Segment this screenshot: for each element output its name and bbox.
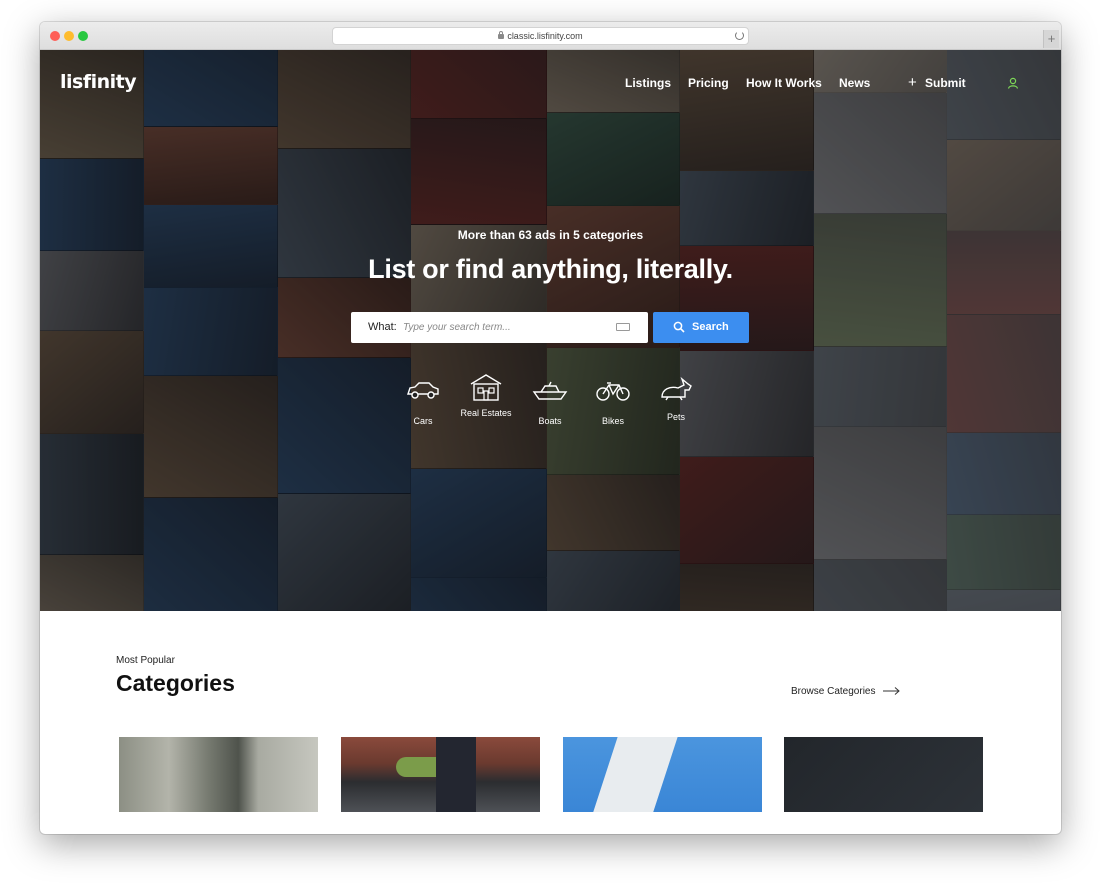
new-tab-icon[interactable]: + xyxy=(1043,30,1059,48)
categories-title: Categories xyxy=(116,670,235,696)
category-cars[interactable]: Cars xyxy=(388,380,458,426)
plus-icon: + xyxy=(908,74,917,91)
car-icon xyxy=(407,382,439,399)
search-input[interactable] xyxy=(403,317,608,337)
lock-icon xyxy=(498,31,505,39)
reload-icon[interactable] xyxy=(735,31,744,40)
category-card[interactable] xyxy=(784,737,983,812)
popular-eyebrow: Most Popular xyxy=(116,655,175,666)
category-shortcuts: Cars Real Estates Boats Bikes Pets xyxy=(40,374,1061,445)
logo-text: lisfinity xyxy=(60,71,137,93)
nav-how-it-works[interactable]: How It Works xyxy=(746,76,822,90)
browser-window: classic.lisfinity.com + lisfinity Listin… xyxy=(40,22,1061,834)
rabbit-icon xyxy=(661,377,692,401)
search-button[interactable]: Search xyxy=(653,312,749,343)
address-bar[interactable]: classic.lisfinity.com xyxy=(332,27,749,45)
category-bikes[interactable]: Bikes xyxy=(578,380,648,426)
category-label: Boats xyxy=(538,416,562,426)
category-label: Real Estates xyxy=(460,408,512,418)
arrow-right-icon[interactable] xyxy=(883,686,901,696)
search-label: What: xyxy=(368,321,397,333)
wing-decoration xyxy=(588,737,678,812)
hero-section: lisfinity Listings Pricing How It Works … xyxy=(40,50,1061,611)
nav-pricing[interactable]: Pricing xyxy=(688,76,729,90)
search-box: What: xyxy=(351,312,648,343)
nav-listings[interactable]: Listings xyxy=(625,76,671,90)
close-window-button[interactable] xyxy=(50,31,60,41)
category-pets[interactable]: Pets xyxy=(641,377,711,422)
keyboard-icon[interactable] xyxy=(616,323,630,331)
boat-icon xyxy=(532,381,568,400)
category-label: Bikes xyxy=(601,416,624,426)
door-decoration xyxy=(436,737,476,812)
search-button-label: Search xyxy=(692,321,729,333)
user-icon[interactable] xyxy=(1007,77,1019,89)
browser-titlebar: classic.lisfinity.com + xyxy=(40,22,1061,50)
submit-button[interactable]: Submit xyxy=(925,76,966,90)
minimize-window-button[interactable] xyxy=(64,31,74,41)
nav-news[interactable]: News xyxy=(839,76,870,90)
category-real-estates[interactable]: Real Estates xyxy=(451,374,521,418)
house-icon xyxy=(470,374,502,401)
url-text: classic.lisfinity.com xyxy=(507,31,583,41)
category-boats[interactable]: Boats xyxy=(515,380,585,426)
maximize-window-button[interactable] xyxy=(78,31,88,41)
bike-icon xyxy=(596,382,630,401)
category-label: Pets xyxy=(666,412,685,422)
category-card[interactable] xyxy=(563,737,762,812)
search-icon xyxy=(673,321,685,333)
category-card[interactable] xyxy=(119,737,318,812)
hero-title: List or find anything, literally. xyxy=(368,254,733,284)
hero-subtitle: More than 63 ads in 5 categories xyxy=(457,228,644,242)
category-label: Cars xyxy=(413,416,433,426)
site-logo[interactable]: lisfinity xyxy=(60,71,137,93)
browse-categories-link[interactable]: Browse Categories xyxy=(791,686,875,697)
category-card[interactable] xyxy=(341,737,540,812)
